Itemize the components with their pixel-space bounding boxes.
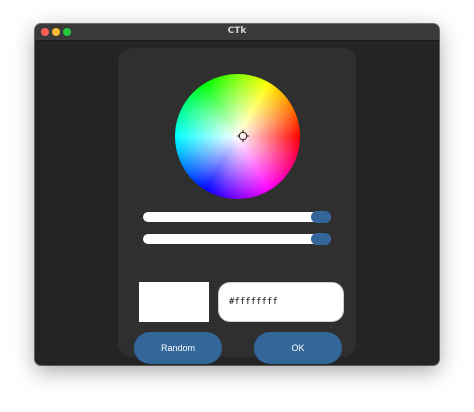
brightness-slider[interactable] — [143, 212, 331, 222]
ok-button[interactable]: OK — [254, 332, 342, 364]
app-window: CTk Random OK — [35, 24, 439, 365]
brightness-slider-handle[interactable] — [311, 211, 331, 223]
color-picker-panel: Random OK — [118, 48, 356, 364]
color-preview-swatch — [139, 282, 209, 322]
hex-entry[interactable] — [218, 282, 344, 322]
crosshair-icon[interactable] — [237, 130, 249, 142]
window-title: CTk — [227, 26, 247, 36]
random-button[interactable]: Random — [134, 332, 222, 364]
title-bar: CTk — [35, 24, 439, 41]
opacity-slider-handle[interactable] — [311, 233, 331, 245]
opacity-slider[interactable] — [143, 234, 331, 244]
hex-input[interactable] — [229, 294, 329, 310]
